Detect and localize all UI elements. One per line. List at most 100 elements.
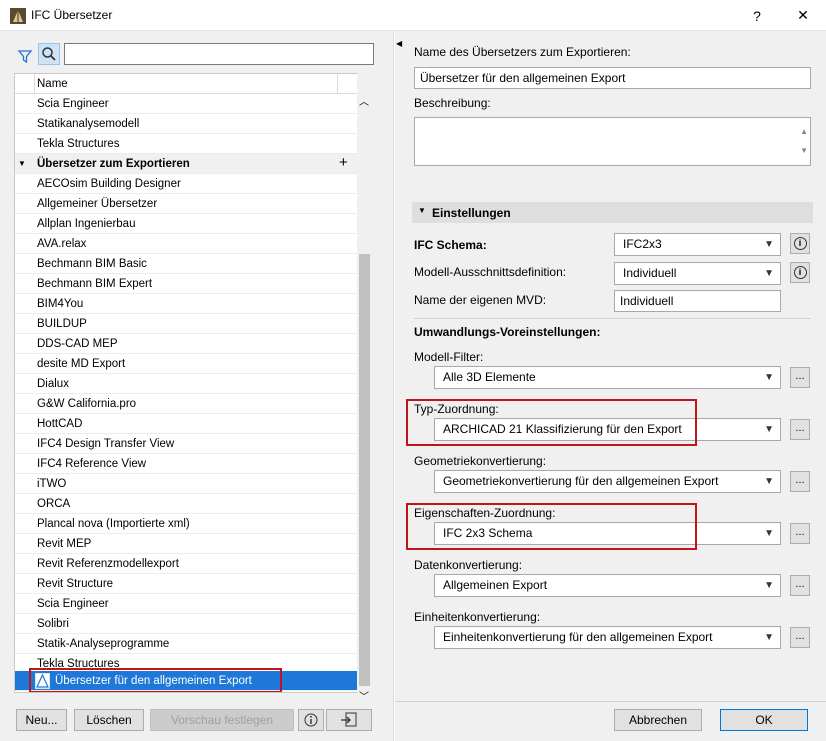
model-filter-dots-button[interactable]: ... [790, 367, 810, 388]
info-icon [304, 713, 318, 727]
custom-mvd-label: Name der eigenen MVD: [414, 293, 547, 307]
scroll-up-icon: ▲ [800, 127, 808, 136]
column-divider [337, 74, 338, 94]
list-item[interactable]: Revit Referenzmodellexport [15, 554, 358, 574]
info-icon: i [793, 266, 807, 279]
list-item[interactable]: desite MD Export [15, 354, 358, 374]
type-mapping-dots-button[interactable]: ... [790, 419, 810, 440]
list-item[interactable]: Scia Engineer [15, 594, 358, 614]
description-input[interactable]: ▲ ▼ [414, 117, 811, 166]
highlight-frame [406, 503, 697, 550]
divider [414, 318, 811, 319]
add-icon[interactable]: + [339, 153, 348, 173]
chevron-down-icon: ▼ [764, 372, 774, 383]
delete-button[interactable]: Löschen [74, 709, 144, 731]
list-item[interactable]: Tekla Structures [15, 134, 358, 154]
highlight-frame [406, 399, 697, 446]
list-item[interactable]: DDS-CAD MEP [15, 334, 358, 354]
chevron-down-icon: ▼ [764, 424, 774, 435]
window-title: IFC Übersetzer [31, 8, 113, 22]
mvd-select[interactable]: Individuell ▼ [614, 262, 781, 285]
list-item[interactable]: BUILDUP [15, 314, 358, 334]
filter-icon[interactable] [16, 47, 34, 65]
list-item[interactable]: BIM4You [15, 294, 358, 314]
chevron-down-icon: ▼ [764, 528, 774, 539]
list-item[interactable]: Bechmann BIM Expert [15, 274, 358, 294]
chevron-down-icon: ▼ [764, 476, 774, 487]
chevron-down-icon: ▼ [764, 580, 774, 591]
model-filter-select[interactable]: Alle 3D Elemente ▼ [434, 366, 781, 389]
list-item[interactable]: AVA.relax [15, 234, 358, 254]
collapse-arrow-icon[interactable]: ▼ [18, 154, 26, 174]
chevron-down-icon: ▼ [764, 268, 774, 279]
data-conversion-label: Datenkonvertierung: [414, 558, 523, 572]
description-label: Beschreibung: [414, 96, 491, 110]
list-item[interactable]: Statik-Analyseprogramme [15, 634, 358, 654]
app-logo-icon [10, 8, 26, 24]
highlight-frame [29, 668, 282, 692]
ifc-schema-select[interactable]: IFC2x3 ▼ [614, 233, 781, 256]
search-button[interactable] [38, 43, 60, 65]
list-item[interactable]: G&W California.pro [15, 394, 358, 414]
list-item[interactable]: Plancal nova (Importierte xml) [15, 514, 358, 534]
chevron-down-icon: ▼ [764, 239, 774, 250]
list-item[interactable]: Bechmann BIM Basic [15, 254, 358, 274]
data-conversion-dots-button[interactable]: ... [790, 575, 810, 596]
property-mapping-dots-button[interactable]: ... [790, 523, 810, 544]
model-filter-label: Modell-Filter: [414, 350, 484, 364]
list-item[interactable]: Allgemeiner Übersetzer [15, 194, 358, 214]
cancel-button[interactable]: Abbrechen [614, 709, 702, 731]
translator-list: Name Scia Engineer Statikanalysemodell Tek… [14, 73, 372, 693]
ifc-schema-label: IFC Schema: [414, 238, 487, 252]
list-item[interactable]: Statikanalysemodell [15, 114, 358, 134]
list-item[interactable]: IFC4 Reference View [15, 454, 358, 474]
search-input[interactable] [64, 43, 374, 65]
list-item[interactable]: HottCAD [15, 414, 358, 434]
new-button[interactable]: Neu... [16, 709, 67, 731]
list-item[interactable]: AECOsim Building Designer [15, 174, 358, 194]
scroll-down-icon: ▼ [800, 146, 808, 155]
data-conversion-select[interactable]: Allgemeinen Export ▼ [434, 574, 781, 597]
custom-mvd-input[interactable]: Individuell [614, 290, 781, 312]
title-bar [0, 0, 826, 31]
scrollbar-thumb[interactable] [359, 254, 370, 686]
info-icon: i [793, 237, 807, 250]
import-icon [341, 712, 357, 727]
name-input[interactable]: Übersetzer für den allgemeinen Export [414, 67, 811, 89]
units-label: Einheitenkonvertierung: [414, 610, 541, 624]
scroll-up-icon[interactable]: ︿ [359, 93, 369, 108]
import-button[interactable] [326, 709, 372, 731]
scroll-down-icon[interactable]: ﹀ [359, 688, 369, 703]
list-item[interactable]: Revit MEP [15, 534, 358, 554]
units-dots-button[interactable]: ... [790, 627, 810, 648]
info-button[interactable] [298, 709, 324, 731]
list-item[interactable]: iTWO [15, 474, 358, 494]
chevron-down-icon: ▼ [764, 632, 774, 643]
help-button[interactable]: ? [734, 0, 780, 31]
collapse-panel-icon[interactable]: ◀ [396, 39, 402, 48]
units-select[interactable]: Einheitenkonvertierung für den allgemein… [434, 626, 781, 649]
settings-header-label: Einstellungen [432, 206, 511, 220]
list-item[interactable]: Dialux [15, 374, 358, 394]
list-item[interactable]: Allplan Ingenierbau [15, 214, 358, 234]
conversion-presets-label: Umwandlungs-Voreinstellungen: [414, 325, 601, 339]
column-divider [34, 74, 35, 94]
geometry-select[interactable]: Geometriekonvertierung für den allgemein… [434, 470, 781, 493]
list-group-header[interactable]: Übersetzer zum Exportieren ▼ + [15, 154, 358, 174]
list-item[interactable]: Revit Structure [15, 574, 358, 594]
preview-button[interactable]: Vorschau festlegen [150, 709, 294, 731]
list-item[interactable]: ORCA [15, 494, 358, 514]
mvd-info-button[interactable]: i [790, 262, 810, 283]
ok-button[interactable]: OK [720, 709, 808, 731]
column-header-name[interactable]: Name [15, 74, 358, 94]
ifc-schema-info-button[interactable]: i [790, 233, 810, 254]
list-item[interactable]: IFC4 Design Transfer View [15, 434, 358, 454]
name-label: Name des Übersetzers zum Exportieren: [414, 45, 631, 59]
geometry-dots-button[interactable]: ... [790, 471, 810, 492]
close-button[interactable]: ✕ [780, 0, 826, 31]
mvd-label: Modell-Ausschnittsdefinition: [414, 265, 567, 279]
expand-arrow-icon: ▼ [418, 206, 426, 215]
list-item[interactable]: Solibri [15, 614, 358, 634]
search-icon [42, 47, 56, 61]
list-item[interactable]: Scia Engineer [15, 94, 358, 114]
